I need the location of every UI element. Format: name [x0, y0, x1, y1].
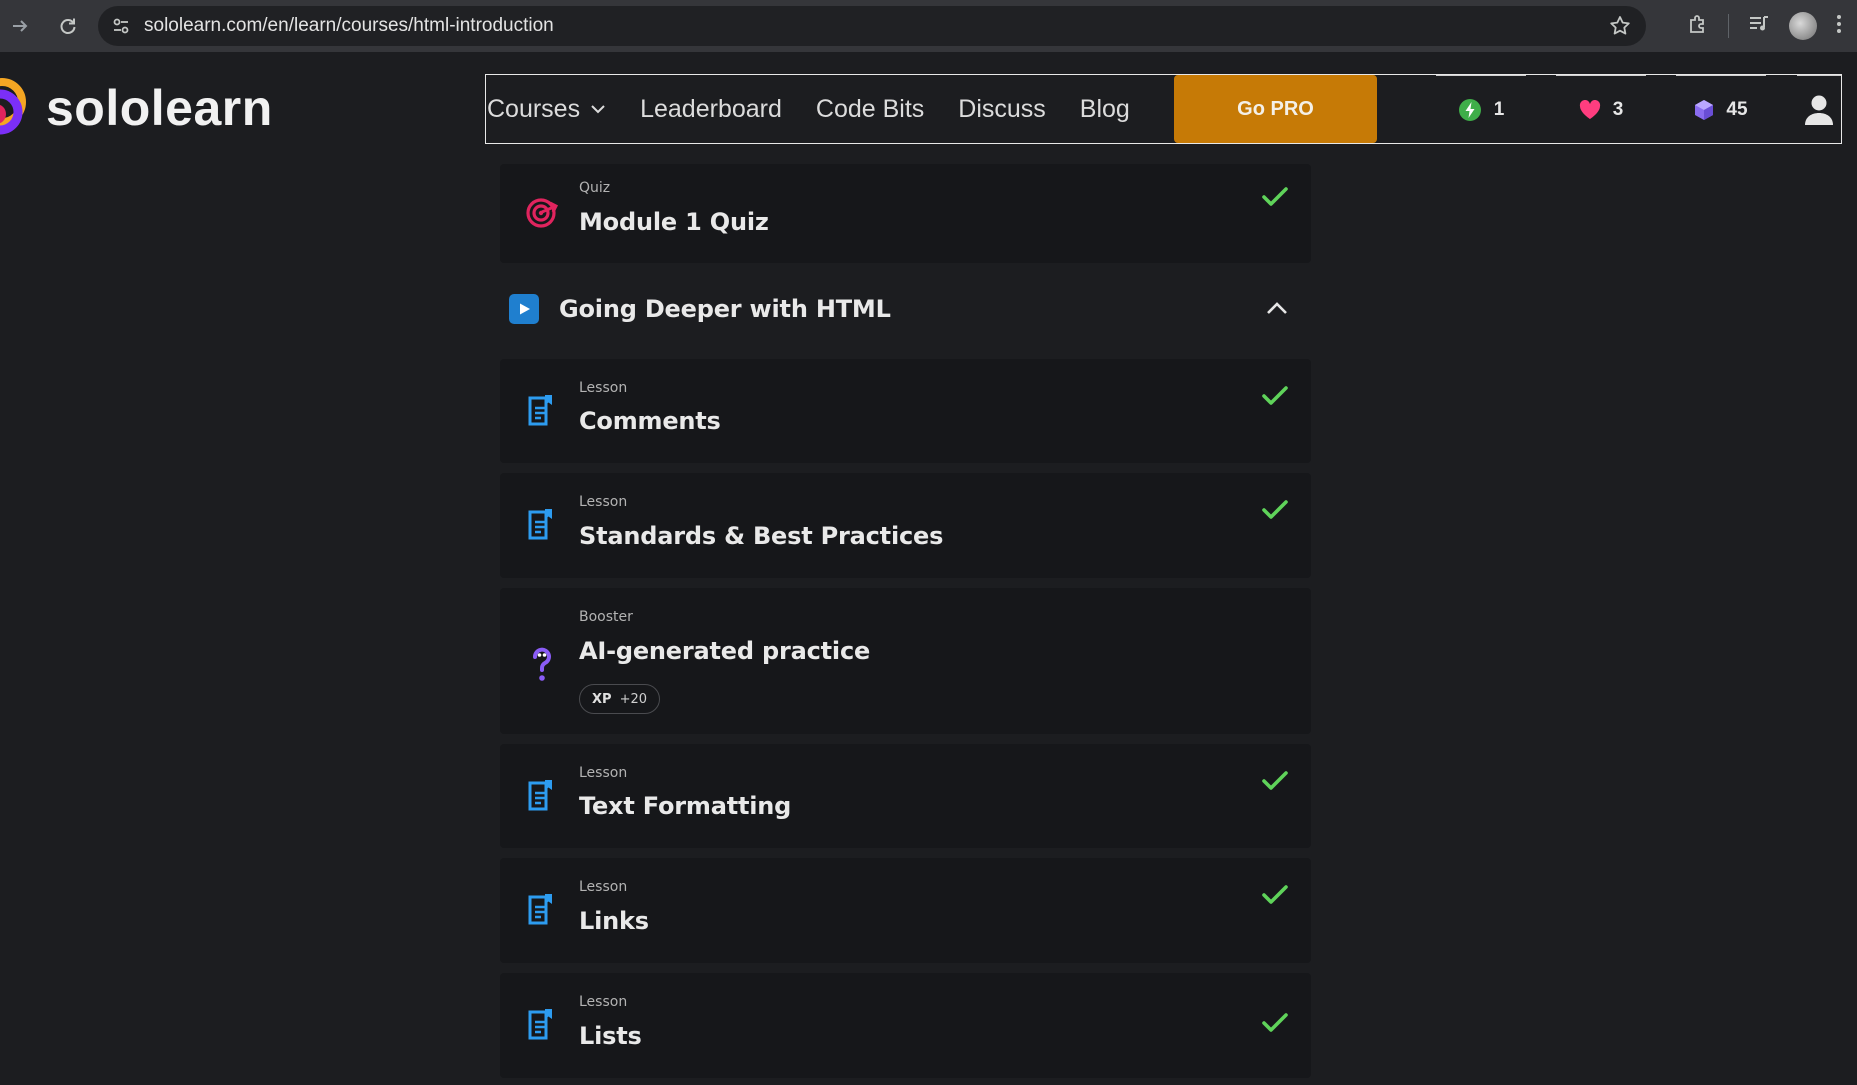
- streak-count: 1: [1493, 98, 1505, 120]
- gem-icon: [1695, 99, 1714, 120]
- sololearn-logo[interactable]: sololearn: [0, 78, 273, 138]
- list-item[interactable]: Lesson Standards & Best Practices: [500, 473, 1311, 578]
- document-icon: [524, 892, 560, 928]
- site-info-button[interactable]: [108, 13, 134, 39]
- gems-count: 45: [1726, 98, 1748, 120]
- chevron-up-icon[interactable]: [1263, 295, 1291, 323]
- lightning-icon: [1458, 98, 1481, 121]
- section-title: Going Deeper with HTML: [559, 295, 891, 323]
- nav-blog[interactable]: Blog: [1080, 95, 1130, 124]
- chevron-down-icon: [591, 105, 605, 114]
- xp-label: XP: [592, 691, 612, 707]
- nav-courses-label: Courses: [487, 94, 581, 123]
- hearts-count: 3: [1612, 98, 1624, 120]
- arrow-right-icon: [13, 20, 28, 32]
- heart-icon: [1579, 99, 1600, 119]
- item-type: Quiz: [579, 180, 611, 196]
- item-type: Lesson: [579, 494, 628, 510]
- xp-value: +20: [619, 691, 647, 707]
- profile-avatar[interactable]: [1789, 12, 1817, 40]
- check-icon: [1262, 885, 1288, 904]
- item-title: Links: [579, 907, 649, 935]
- list-item[interactable]: Lesson Comments: [500, 359, 1311, 463]
- nav-discuss[interactable]: Discuss: [958, 95, 1046, 124]
- nav-code-bits[interactable]: Code Bits: [816, 95, 924, 124]
- address-bar[interactable]: sololearn.com/en/learn/courses/html-intr…: [98, 6, 1646, 46]
- reload-button[interactable]: [50, 8, 86, 44]
- target-icon: [524, 194, 560, 230]
- check-icon: [1262, 1013, 1288, 1032]
- document-icon: [524, 393, 560, 429]
- logo-text: sololearn: [46, 80, 273, 136]
- document-icon: [524, 778, 560, 814]
- sololearn-logo-icon: [0, 78, 34, 138]
- document-icon: [524, 1007, 560, 1043]
- section-header[interactable]: Going Deeper with HTML: [500, 269, 1311, 349]
- item-type: Lesson: [579, 765, 628, 781]
- tune-icon: [113, 18, 129, 34]
- item-title: Comments: [579, 407, 721, 435]
- item-type: Lesson: [579, 879, 628, 895]
- forward-button[interactable]: [2, 8, 38, 44]
- media-control-button[interactable]: [1747, 12, 1771, 40]
- list-item[interactable]: Lesson Links: [500, 858, 1311, 963]
- nav-courses[interactable]: Courses: [487, 95, 606, 124]
- streak-counter[interactable]: 1: [1436, 75, 1526, 143]
- gems-counter[interactable]: 45: [1676, 75, 1766, 143]
- list-item[interactable]: Booster AI-generated practice XP +20: [500, 588, 1311, 734]
- list-item[interactable]: Lesson Lists: [500, 973, 1311, 1078]
- browser-toolbar: sololearn.com/en/learn/courses/html-intr…: [0, 0, 1857, 52]
- star-icon: [1610, 16, 1630, 35]
- user-icon: [1805, 95, 1833, 125]
- hearts-counter[interactable]: 3: [1556, 75, 1646, 143]
- check-icon: [1262, 771, 1288, 790]
- main-navigation: Courses Leaderboard Code Bits Discuss Bl…: [485, 74, 1842, 144]
- document-icon: [524, 507, 560, 543]
- item-type: Lesson: [579, 994, 628, 1010]
- question-icon: [524, 646, 560, 682]
- puzzle-icon: [1690, 15, 1704, 33]
- item-title: Lists: [579, 1022, 642, 1050]
- queue-music-icon: [1750, 16, 1768, 31]
- profile-button[interactable]: [1797, 75, 1841, 143]
- quiz-card[interactable]: Quiz Module 1 Quiz: [500, 164, 1311, 263]
- toolbar-divider: [1728, 14, 1729, 38]
- site-header: sololearn Courses Leaderboard Code Bits …: [0, 52, 1857, 164]
- url-text[interactable]: sololearn.com/en/learn/courses/html-intr…: [144, 15, 554, 37]
- item-type: Booster: [579, 609, 633, 625]
- play-icon: [509, 294, 539, 324]
- check-icon: [1262, 500, 1288, 519]
- check-icon: [1262, 386, 1288, 405]
- more-vert-icon: [1837, 15, 1841, 33]
- bookmark-button[interactable]: [1608, 14, 1632, 42]
- item-title: AI-generated practice: [579, 637, 871, 665]
- nav-leaderboard[interactable]: Leaderboard: [640, 95, 782, 124]
- item-title: Module 1 Quiz: [579, 208, 769, 236]
- list-item[interactable]: Lesson Text Formatting: [500, 744, 1311, 848]
- check-icon: [1262, 187, 1288, 206]
- reload-icon: [60, 18, 76, 34]
- xp-reward-badge: XP +20: [579, 684, 660, 714]
- item-type: Lesson: [579, 380, 628, 396]
- chrome-menu-button[interactable]: [1835, 12, 1843, 40]
- go-pro-button[interactable]: Go PRO: [1174, 75, 1377, 143]
- item-title: Text Formatting: [579, 792, 792, 820]
- item-title: Standards & Best Practices: [579, 522, 944, 550]
- extensions-button[interactable]: [1686, 12, 1710, 40]
